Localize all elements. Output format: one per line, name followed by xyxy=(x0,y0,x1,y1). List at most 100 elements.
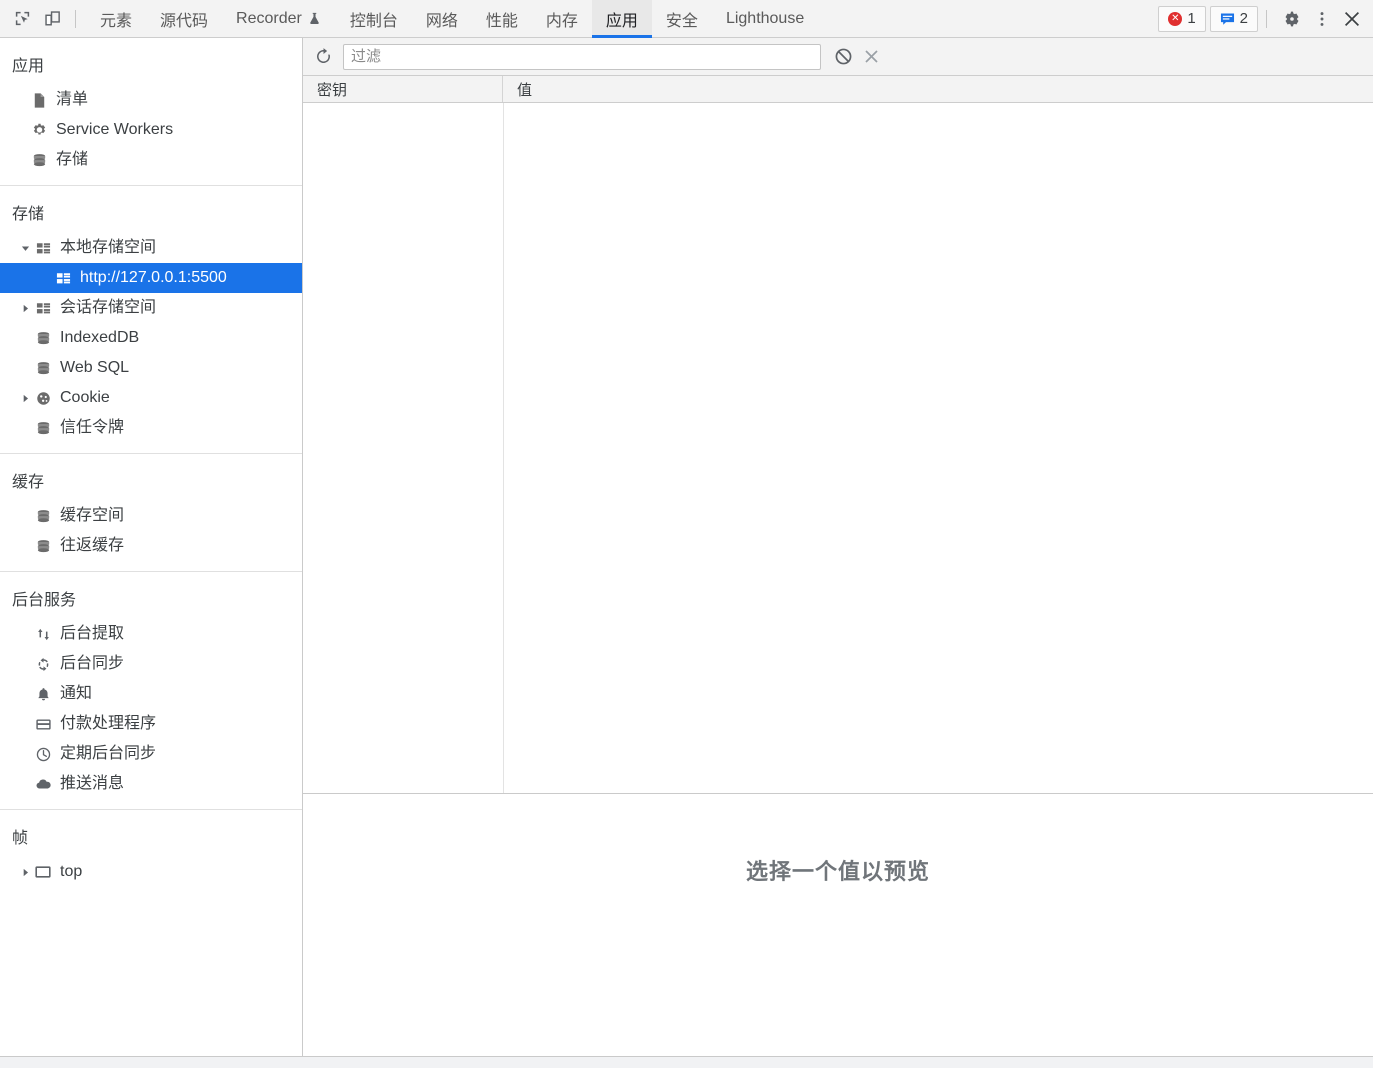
sidebar-section-title: 帧 xyxy=(12,830,29,847)
sidebar-item-manifest[interactable]: 清单 xyxy=(0,85,302,115)
credit-card-icon xyxy=(32,716,54,733)
gear-icon xyxy=(28,122,50,139)
cookie-icon xyxy=(32,390,54,407)
sidebar-section-application: 应用 清单 Service Workers 存储 xyxy=(0,38,302,185)
sidebar-item-websql[interactable]: Web SQL xyxy=(0,353,302,383)
sidebar-item-cache-storage[interactable]: 缓存空间 xyxy=(0,501,302,531)
column-header-label: 值 xyxy=(517,81,533,99)
filter-input[interactable] xyxy=(343,43,821,70)
local-storage-table: 密钥 值 xyxy=(303,76,1373,794)
chevron-down-icon[interactable] xyxy=(18,244,32,253)
sidebar-section-title: 缓存 xyxy=(12,474,45,491)
sidebar-section-title: 存储 xyxy=(12,206,45,223)
sidebar-item-label: Web SQL xyxy=(60,359,130,376)
column-header-label: 密钥 xyxy=(317,81,348,99)
tab-label: 安全 xyxy=(665,12,698,30)
sidebar-item-storage-overview[interactable]: 存储 xyxy=(0,145,302,175)
sidebar-section-title: 后台服务 xyxy=(12,592,77,609)
device-toolbar-icon[interactable] xyxy=(37,4,67,34)
table-grid-icon xyxy=(52,271,74,286)
refresh-icon[interactable] xyxy=(309,43,337,71)
delete-selected-icon[interactable] xyxy=(857,43,885,71)
database-icon xyxy=(32,360,54,377)
sidebar-item-session-storage[interactable]: 会话存储空间 xyxy=(0,293,302,323)
frame-icon xyxy=(32,864,54,880)
tab-sources[interactable]: 源代码 xyxy=(146,0,222,38)
sidebar-item-label: 后台提取 xyxy=(60,625,125,642)
database-icon xyxy=(32,330,54,347)
tab-recorder[interactable]: Recorder xyxy=(222,0,336,38)
chevron-right-icon[interactable] xyxy=(18,304,32,313)
tab-lighthouse[interactable]: Lighthouse xyxy=(712,0,818,38)
gear-icon[interactable] xyxy=(1277,4,1307,34)
table-grid-icon xyxy=(32,241,54,256)
sidebar-item-label: 定期后台同步 xyxy=(60,745,157,762)
clock-icon xyxy=(32,746,54,763)
sidebar-item-label: 推送消息 xyxy=(60,775,125,792)
tab-security[interactable]: 安全 xyxy=(652,0,712,38)
message-count-badge[interactable]: 2 xyxy=(1209,5,1258,32)
tab-label: 控制台 xyxy=(349,12,398,30)
sidebar-item-cookies[interactable]: Cookie xyxy=(0,383,302,413)
sidebar-item-periodic-background-sync[interactable]: 定期后台同步 xyxy=(0,739,302,769)
sidebar-item-label: 通知 xyxy=(60,685,93,702)
sidebar-item-local-storage-origin[interactable]: http://127.0.0.1:5500 xyxy=(0,263,302,293)
message-count: 2 xyxy=(1239,10,1248,27)
sidebar-item-label: 后台同步 xyxy=(60,655,125,672)
document-icon xyxy=(28,92,50,109)
sidebar-item-push-messaging[interactable]: 推送消息 xyxy=(0,769,302,799)
sidebar-item-trust-tokens[interactable]: 信任令牌 xyxy=(0,413,302,443)
cloud-icon xyxy=(32,776,54,793)
tab-label: 网络 xyxy=(425,12,458,30)
inspect-cursor-icon[interactable] xyxy=(7,4,37,34)
sidebar-item-back-forward-cache[interactable]: 往返缓存 xyxy=(0,531,302,561)
sidebar-item-label: 存储 xyxy=(56,151,89,168)
sidebar-item-label: IndexedDB xyxy=(60,329,140,346)
sidebar-item-local-storage[interactable]: 本地存储空间 xyxy=(0,233,302,263)
sidebar-item-background-sync[interactable]: 后台同步 xyxy=(0,649,302,679)
storage-panel-toolbar xyxy=(303,38,1373,76)
column-divider[interactable] xyxy=(503,103,504,793)
sidebar-item-payment-handler[interactable]: 付款处理程序 xyxy=(0,709,302,739)
devtools-main-toolbar: 元素 源代码 Recorder 控制台 网络 性能 内存 应用 安全 Light… xyxy=(0,0,1373,38)
sidebar-item-label: 缓存空间 xyxy=(60,507,125,524)
sidebar-section-cache: 缓存 缓存空间 往返缓存 xyxy=(0,454,302,571)
bottom-status-strip xyxy=(0,1056,1373,1068)
sidebar-section-title: 应用 xyxy=(12,58,45,75)
tab-memory[interactable]: 内存 xyxy=(532,0,592,38)
sidebar-item-indexeddb[interactable]: IndexedDB xyxy=(0,323,302,353)
preview-empty-message: 选择一个值以预览 xyxy=(745,859,930,884)
tab-elements[interactable]: 元素 xyxy=(86,0,146,38)
sidebar-item-label: 清单 xyxy=(56,91,89,108)
tab-application[interactable]: 应用 xyxy=(591,0,652,38)
tab-network[interactable]: 网络 xyxy=(412,0,472,38)
clear-all-circle-slash-icon[interactable] xyxy=(829,43,857,71)
column-header-key[interactable]: 密钥 xyxy=(303,76,503,102)
database-icon xyxy=(32,420,54,437)
database-icon xyxy=(32,538,54,555)
column-header-value[interactable]: 值 xyxy=(503,76,1373,102)
sidebar-item-label: 往返缓存 xyxy=(60,537,125,554)
sync-icon xyxy=(32,656,54,673)
error-count: 1 xyxy=(1187,10,1196,27)
chevron-right-icon[interactable] xyxy=(18,868,32,877)
close-icon[interactable] xyxy=(1337,4,1367,34)
sidebar-item-label: Service Workers xyxy=(56,121,174,138)
error-count-badge[interactable]: ✕ 1 xyxy=(1158,5,1206,32)
sidebar-item-notifications[interactable]: 通知 xyxy=(0,679,302,709)
chevron-right-icon[interactable] xyxy=(18,394,32,403)
sidebar-item-service-workers[interactable]: Service Workers xyxy=(0,115,302,145)
tab-console[interactable]: 控制台 xyxy=(336,0,412,38)
sidebar-item-background-fetch[interactable]: 后台提取 xyxy=(0,619,302,649)
table-body[interactable] xyxy=(303,103,1373,793)
kebab-menu-icon[interactable] xyxy=(1307,4,1337,34)
sidebar-item-frame-top[interactable]: top xyxy=(0,857,302,887)
sidebar-item-label: http://127.0.0.1:5500 xyxy=(80,269,227,286)
tab-performance[interactable]: 性能 xyxy=(472,0,532,38)
tab-label: 性能 xyxy=(485,12,518,30)
bell-icon xyxy=(32,686,54,703)
